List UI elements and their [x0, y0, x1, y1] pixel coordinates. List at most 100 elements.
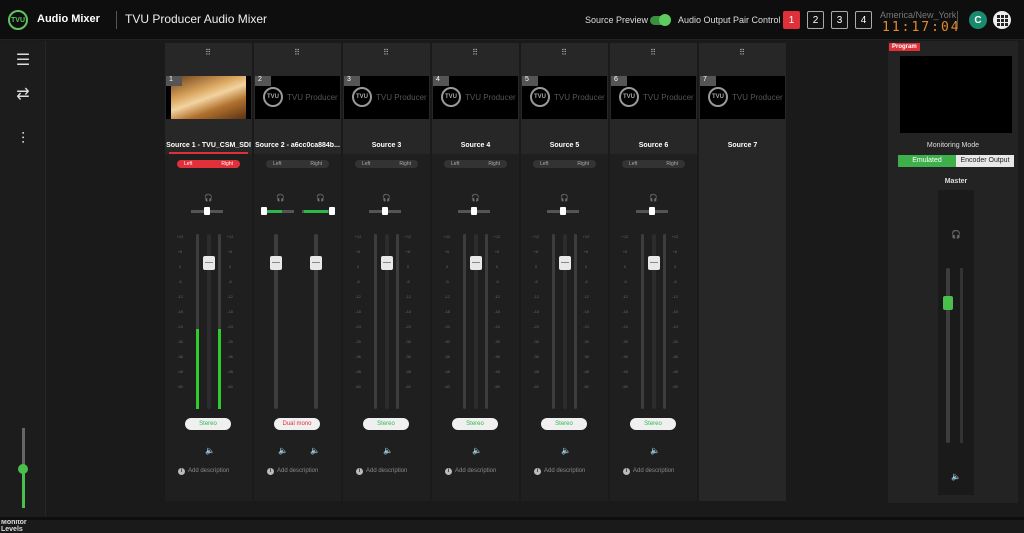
speaker-icon[interactable]: 🔈: [472, 446, 482, 455]
source-thumbnail[interactable]: 4 TVU TVU Producer: [433, 76, 518, 119]
pan-slider[interactable]: [261, 207, 294, 215]
avatar[interactable]: C: [969, 11, 987, 29]
headphones-icon[interactable]: 🎧: [560, 194, 569, 202]
pan-slider[interactable]: [636, 207, 668, 215]
pan-knob[interactable]: [329, 207, 335, 215]
source-preview-toggle[interactable]: [650, 14, 671, 26]
headphones-icon[interactable]: 🎧: [316, 194, 325, 202]
headphones-icon[interactable]: 🎧: [649, 194, 658, 202]
pan-knob[interactable]: [261, 207, 267, 215]
source-thumbnail[interactable]: 3 TVU TVU Producer: [344, 76, 429, 119]
headphones-icon[interactable]: 🎧: [276, 194, 285, 202]
speaker-icon[interactable]: 🔈: [650, 446, 660, 455]
left-label[interactable]: Left: [362, 160, 370, 168]
source-thumbnail[interactable]: 2 TVU TVU Producer: [255, 76, 340, 119]
pan-slider[interactable]: [191, 207, 223, 215]
left-label[interactable]: Left: [451, 160, 459, 168]
pan-slider[interactable]: [302, 207, 335, 215]
channel-fader-knob[interactable]: [270, 256, 282, 270]
source-thumbnail[interactable]: 1: [166, 76, 251, 119]
pan-knob[interactable]: [471, 207, 477, 215]
channel-mode-button[interactable]: Dual mono: [274, 418, 320, 430]
right-label[interactable]: Right: [399, 160, 411, 168]
speaker-icon[interactable]: 🔈: [278, 446, 288, 455]
master-fader-knob[interactable]: [943, 296, 953, 310]
pair-button-1[interactable]: 1: [783, 11, 800, 29]
left-right-selector[interactable]: Left Right: [622, 160, 685, 168]
drag-handle-icon[interactable]: ⠿: [699, 48, 786, 57]
channel-mode-button[interactable]: Stereo: [363, 418, 409, 430]
drag-handle-icon[interactable]: ⠿: [254, 48, 341, 57]
apps-grid-icon[interactable]: [993, 11, 1011, 29]
source-thumbnail[interactable]: 7 TVU TVU Producer: [700, 76, 785, 119]
pair-button-3[interactable]: 3: [831, 11, 848, 29]
right-label[interactable]: Right: [488, 160, 500, 168]
channel-fader-track[interactable]: [381, 234, 393, 409]
channel-mode-button[interactable]: Stereo: [541, 418, 587, 430]
channel-mode-button[interactable]: Stereo: [452, 418, 498, 430]
drag-handle-icon[interactable]: ⠿: [343, 48, 430, 57]
headphones-icon[interactable]: 🎧: [951, 230, 961, 239]
drag-handle-icon[interactable]: ⠿: [521, 48, 608, 57]
channel-fader-track[interactable]: [559, 234, 571, 409]
left-right-selector[interactable]: Left Right: [533, 160, 596, 168]
headphones-icon[interactable]: 🎧: [471, 194, 480, 202]
drag-handle-icon[interactable]: ⠿: [432, 48, 519, 57]
master-fader-track[interactable]: [943, 268, 953, 443]
left-right-selector[interactable]: Left Right: [266, 160, 329, 168]
channel-fader-knob[interactable]: [470, 256, 482, 270]
source-thumbnail[interactable]: 6 TVU TVU Producer: [611, 76, 696, 119]
right-label[interactable]: Right: [310, 160, 322, 168]
drag-handle-icon[interactable]: ⠿: [610, 48, 697, 57]
add-description-link[interactable]: i Add description: [534, 468, 585, 475]
pan-slider[interactable]: [458, 207, 490, 215]
pair-button-2[interactable]: 2: [807, 11, 824, 29]
right-label[interactable]: Right: [666, 160, 678, 168]
channel-mode-button[interactable]: Stereo: [185, 418, 231, 430]
monitor-level-slider[interactable]: [18, 428, 28, 508]
channel-fader-track[interactable]: [270, 234, 282, 409]
pan-slider[interactable]: [547, 207, 579, 215]
right-label[interactable]: Right: [221, 160, 233, 168]
left-right-selector[interactable]: Left Right: [177, 160, 240, 168]
speaker-icon[interactable]: 🔈: [205, 446, 215, 455]
headphones-icon[interactable]: 🎧: [382, 194, 391, 202]
channel-fader-track[interactable]: [310, 234, 322, 409]
mixer-sliders-icon[interactable]: ⫶: [13, 130, 33, 150]
add-description-link[interactable]: i Add description: [356, 468, 407, 475]
menu-icon[interactable]: ☰: [13, 51, 33, 71]
channel-mode-button[interactable]: Stereo: [630, 418, 676, 430]
channel-fader-knob[interactable]: [203, 256, 215, 270]
left-label[interactable]: Left: [629, 160, 637, 168]
left-label[interactable]: Left: [540, 160, 548, 168]
mode-emulated-button[interactable]: Emulated: [898, 155, 956, 167]
right-label[interactable]: Right: [577, 160, 589, 168]
pan-knob[interactable]: [649, 207, 655, 215]
drag-handle-icon[interactable]: ⠿: [165, 48, 252, 57]
source-thumbnail[interactable]: 5 TVU TVU Producer: [522, 76, 607, 119]
channel-fader-knob[interactable]: [310, 256, 322, 270]
add-description-link[interactable]: i Add description: [267, 468, 318, 475]
pan-knob[interactable]: [560, 207, 566, 215]
monitor-level-knob[interactable]: [18, 464, 28, 474]
channel-fader-track[interactable]: [470, 234, 482, 409]
channel-fader-track[interactable]: [203, 234, 215, 409]
speaker-icon[interactable]: 🔈: [951, 472, 961, 481]
speaker-icon[interactable]: 🔈: [561, 446, 571, 455]
left-right-selector[interactable]: Left Right: [355, 160, 418, 168]
pan-slider[interactable]: [369, 207, 401, 215]
left-label[interactable]: Left: [273, 160, 281, 168]
channel-fader-track[interactable]: [648, 234, 660, 409]
pan-knob[interactable]: [204, 207, 210, 215]
left-right-selector[interactable]: Left Right: [444, 160, 507, 168]
speaker-icon[interactable]: 🔈: [383, 446, 393, 455]
usb-icon[interactable]: ⇄: [13, 85, 33, 105]
add-description-link[interactable]: i Add description: [623, 468, 674, 475]
speaker-icon[interactable]: 🔈: [310, 446, 320, 455]
mode-encoder-output-button[interactable]: Encoder Output: [956, 155, 1014, 167]
left-label[interactable]: Left: [184, 160, 192, 168]
pair-button-4[interactable]: 4: [855, 11, 872, 29]
channel-fader-knob[interactable]: [381, 256, 393, 270]
channel-fader-knob[interactable]: [648, 256, 660, 270]
add-description-link[interactable]: i Add description: [178, 468, 229, 475]
